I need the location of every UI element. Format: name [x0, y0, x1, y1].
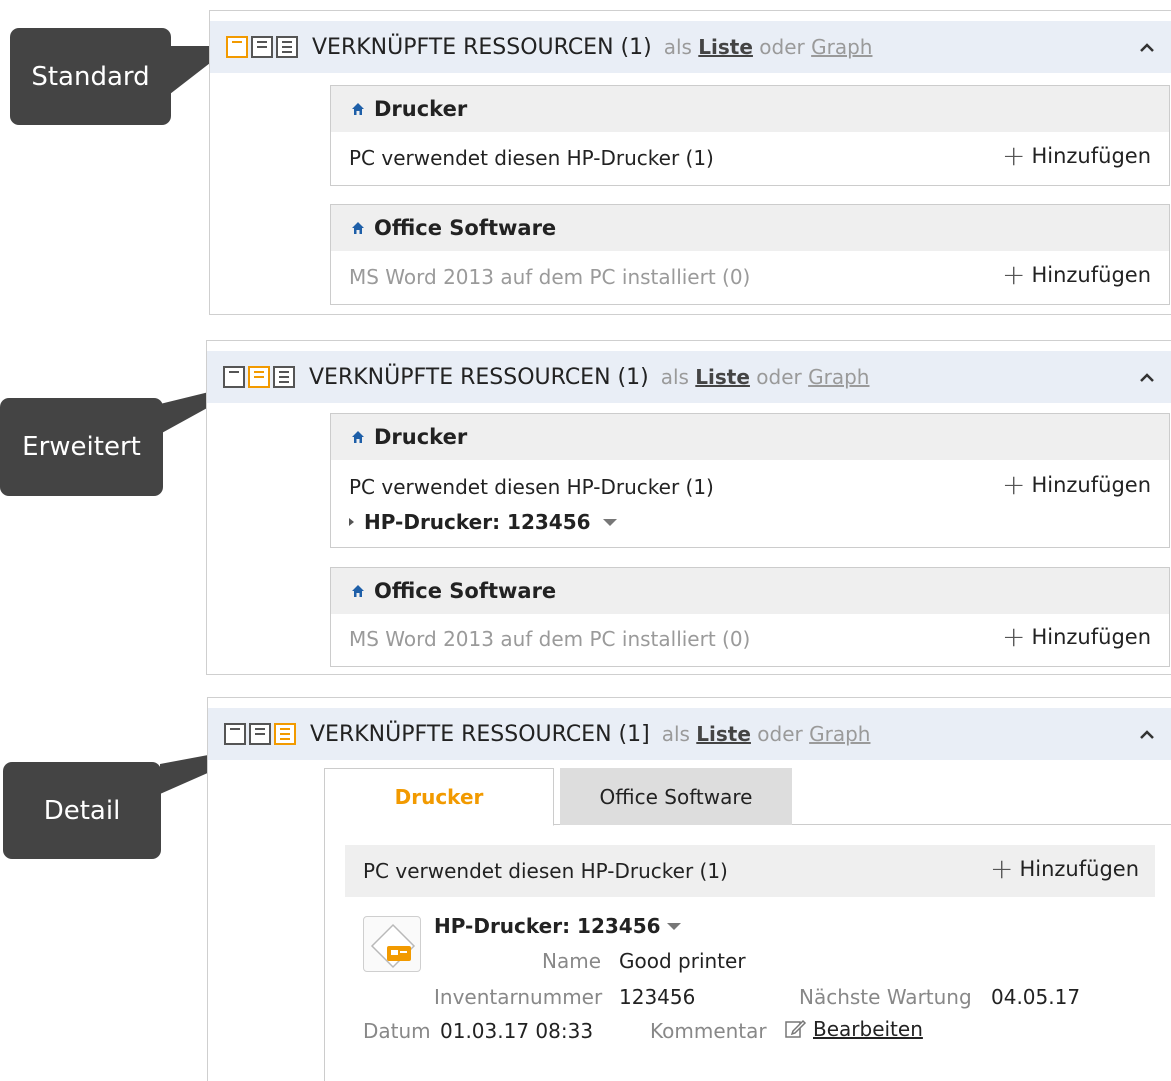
- tab-office-software[interactable]: Office Software: [560, 768, 792, 825]
- printer-device-icon: [363, 916, 421, 972]
- view-switch-text: als Liste oder Graph: [660, 365, 870, 389]
- detail-view-icon[interactable]: [276, 36, 298, 58]
- view-mode-switcher: [224, 723, 296, 745]
- standard-view-icon[interactable]: [226, 36, 248, 58]
- standard-view-icon[interactable]: [224, 723, 246, 745]
- group-header: Office Software: [331, 205, 1169, 251]
- relation-text: PC verwendet diesen HP-Drucker (1): [349, 146, 714, 170]
- view-mode-switcher: [226, 36, 298, 58]
- house-icon: [352, 585, 364, 597]
- tab-drucker[interactable]: Drucker: [324, 768, 554, 826]
- callout-detail-label: Detail: [43, 795, 121, 826]
- plus-icon: +: [1002, 468, 1026, 501]
- group-title: Drucker: [374, 425, 468, 449]
- chevron-up-icon[interactable]: [1137, 367, 1157, 387]
- graph-link[interactable]: Graph: [811, 35, 872, 59]
- group-drucker: Drucker PC verwendet diesen HP-Drucker (…: [330, 413, 1170, 548]
- chevron-up-icon[interactable]: [1137, 724, 1157, 744]
- relation-text: MS Word 2013 auf dem PC installiert (0): [349, 627, 751, 651]
- name-value: Good printer: [619, 949, 746, 973]
- house-icon: [352, 103, 364, 115]
- pencil-edit-icon: [785, 1019, 807, 1038]
- list-link[interactable]: Liste: [695, 365, 750, 389]
- group-title: Drucker: [374, 97, 468, 121]
- relation-text: PC verwendet diesen HP-Drucker (1): [349, 475, 714, 499]
- callout-erweitert: Erweitert: [0, 398, 163, 496]
- callout-detail: Detail: [3, 762, 161, 859]
- list-link[interactable]: Liste: [696, 722, 751, 746]
- extended-view-icon[interactable]: [251, 36, 273, 58]
- group-drucker: Drucker PC verwendet diesen HP-Drucker (…: [330, 85, 1170, 186]
- add-button[interactable]: + Hinzufügen: [990, 855, 1139, 883]
- group-header: Drucker: [331, 414, 1169, 460]
- chevron-up-icon[interactable]: [1137, 37, 1157, 57]
- datum-value: 01.03.17 08:33: [440, 1019, 594, 1043]
- inventar-value: 123456: [619, 985, 696, 1009]
- panel-extended: VERKNÜPFTE RESSOURCEN (1) als Liste oder…: [206, 340, 1171, 675]
- panel-standard: VERKNÜPFTE RESSOURCEN (1) als Liste oder…: [209, 10, 1171, 315]
- panel-title: VERKNÜPFTE RESSOURCEN (1]: [310, 721, 650, 747]
- house-icon: [352, 222, 364, 234]
- extended-view-icon[interactable]: [249, 723, 271, 745]
- wartung-label: Nächste Wartung: [799, 985, 972, 1009]
- plus-icon: +: [1002, 620, 1026, 653]
- callout-standard-label: Standard: [31, 61, 150, 92]
- relation-text: PC verwendet diesen HP-Drucker (1): [363, 859, 728, 883]
- group-title: Office Software: [374, 216, 557, 240]
- tab-content-border: [324, 825, 325, 1081]
- extended-view-icon[interactable]: [248, 366, 270, 388]
- detail-view-icon[interactable]: [273, 366, 295, 388]
- group-office: Office Software MS Word 2013 auf dem PC …: [330, 567, 1170, 667]
- plus-icon: +: [990, 852, 1014, 885]
- add-button[interactable]: + Hinzufügen: [1002, 623, 1151, 651]
- add-button[interactable]: + Hinzufügen: [1002, 471, 1151, 499]
- detail-view-icon[interactable]: [274, 723, 296, 745]
- group-header: Office Software: [331, 568, 1169, 614]
- add-button[interactable]: + Hinzufügen: [1002, 261, 1151, 289]
- panel-header: VERKNÜPFTE RESSOURCEN (1] als Liste oder…: [208, 708, 1171, 760]
- callout-standard: Standard: [10, 28, 171, 125]
- group-header: Drucker: [331, 86, 1169, 132]
- house-icon: [352, 431, 364, 443]
- callout-erweitert-label: Erweitert: [22, 432, 141, 462]
- standard-view-icon[interactable]: [223, 366, 245, 388]
- edit-link[interactable]: Bearbeiten: [783, 1017, 923, 1041]
- linked-item[interactable]: HP-Drucker: 123456: [349, 510, 617, 534]
- graph-link[interactable]: Graph: [809, 722, 870, 746]
- view-switch-text: als Liste oder Graph: [663, 35, 873, 59]
- datum-label: Datum: [363, 1019, 431, 1043]
- triangle-down-icon[interactable]: [602, 518, 617, 526]
- panel-header: VERKNÜPFTE RESSOURCEN (1) als Liste oder…: [207, 351, 1171, 403]
- list-link[interactable]: Liste: [698, 35, 753, 59]
- view-switch-text: als Liste oder Graph: [661, 722, 871, 746]
- relation-bar: PC verwendet diesen HP-Drucker (1) + Hin…: [345, 845, 1155, 897]
- group-title: Office Software: [374, 579, 557, 603]
- tab-bar: Drucker Office Software: [324, 768, 1171, 826]
- triangle-right-icon[interactable]: [349, 518, 354, 526]
- wartung-value: 04.05.17: [991, 985, 1081, 1009]
- add-button[interactable]: + Hinzufügen: [1002, 142, 1151, 170]
- plus-icon: +: [1002, 258, 1026, 291]
- item-title[interactable]: HP-Drucker: 123456: [434, 914, 681, 938]
- panel-title: VERKNÜPFTE RESSOURCEN (1): [312, 34, 652, 60]
- kommentar-label: Kommentar: [650, 1019, 767, 1043]
- plus-icon: +: [1002, 139, 1026, 172]
- name-label: Name: [542, 949, 602, 973]
- group-office: Office Software MS Word 2013 auf dem PC …: [330, 204, 1170, 305]
- panel-title: VERKNÜPFTE RESSOURCEN (1): [309, 364, 649, 390]
- view-mode-switcher: [223, 366, 295, 388]
- panel-detail: VERKNÜPFTE RESSOURCEN (1] als Liste oder…: [207, 697, 1171, 1081]
- triangle-down-icon[interactable]: [666, 922, 681, 930]
- relation-text: MS Word 2013 auf dem PC installiert (0): [349, 265, 751, 289]
- linked-item-title[interactable]: HP-Drucker: 123456: [364, 510, 591, 534]
- panel-header: VERKNÜPFTE RESSOURCEN (1) als Liste oder…: [210, 21, 1171, 73]
- inventar-label: Inventarnummer: [434, 985, 603, 1009]
- graph-link[interactable]: Graph: [808, 365, 869, 389]
